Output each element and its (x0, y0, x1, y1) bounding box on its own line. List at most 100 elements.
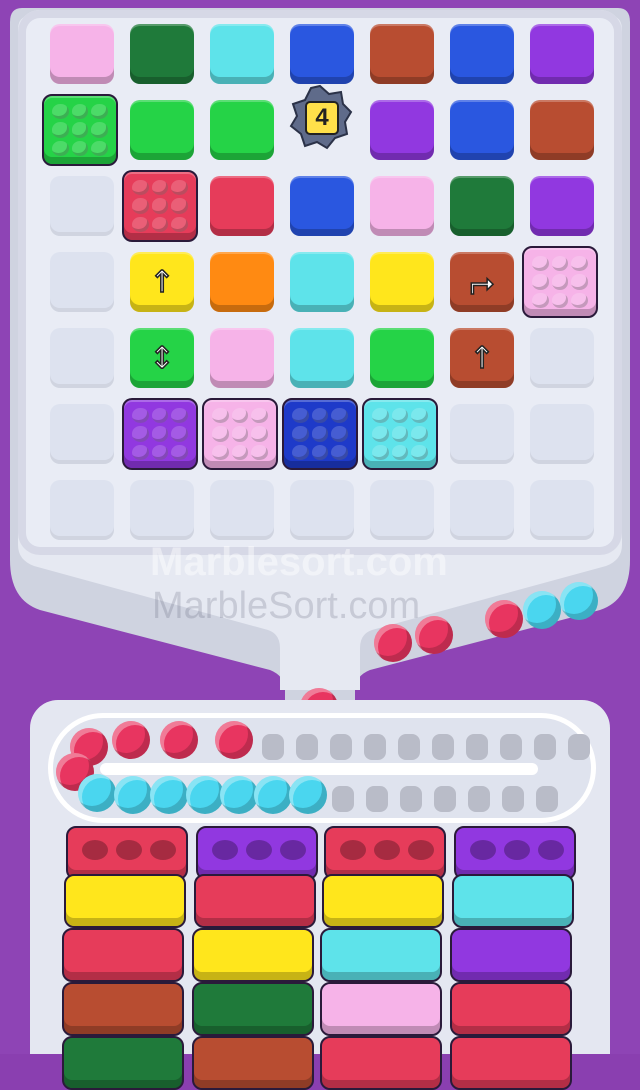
tile-brown[interactable]: ↑ (450, 328, 514, 388)
track-slot (432, 734, 454, 760)
tile-brown[interactable]: ⮣ (450, 252, 514, 312)
bubble (212, 444, 229, 460)
stack-top-purple[interactable] (196, 826, 318, 880)
tile-pink[interactable] (210, 328, 274, 388)
marble-hole (408, 840, 434, 860)
empty-cell (450, 480, 514, 540)
marble-hole (150, 840, 176, 860)
empty-cell (50, 176, 114, 236)
bubble (71, 104, 89, 120)
tile-green[interactable] (210, 100, 274, 160)
tile-brown[interactable] (370, 24, 434, 84)
tile-green[interactable] (130, 100, 194, 160)
marble-red (374, 624, 412, 662)
stack-top-red[interactable] (66, 826, 188, 880)
tile-green[interactable] (370, 328, 434, 388)
bubble (52, 140, 69, 156)
marble-hole (116, 840, 142, 860)
bubble (151, 198, 169, 214)
tile-brown[interactable] (530, 100, 594, 160)
bubble (251, 426, 268, 442)
tile-purple[interactable] (370, 100, 434, 160)
bubble (311, 444, 329, 460)
bubble-tile-navy[interactable] (282, 398, 358, 470)
tile-dark-green[interactable] (130, 24, 194, 84)
track-slot (366, 786, 388, 812)
marble-cyan (560, 582, 598, 620)
bubble (292, 426, 309, 442)
tile-yellow[interactable]: ↑ (130, 252, 194, 312)
bubble-tile-purple[interactable] (122, 398, 198, 470)
track-slot (364, 734, 386, 760)
stack-tile-cyan (452, 874, 574, 928)
bubble-tile-green[interactable] (42, 94, 118, 166)
marble-hole (246, 840, 272, 860)
bubble (151, 426, 169, 442)
bubble (151, 408, 169, 424)
tile-purple[interactable] (530, 176, 594, 236)
marble-cyan (523, 591, 561, 629)
arrow-icon: ↑ (469, 341, 496, 375)
bubble (372, 426, 389, 442)
bubble (231, 426, 249, 442)
arrow-icon: ⮣ (469, 265, 495, 299)
watermark-main: Marblesort.com (150, 540, 448, 584)
bubble-tile-red[interactable] (122, 170, 198, 242)
tile-blue[interactable] (290, 176, 354, 236)
bubble (411, 408, 428, 424)
bubble (132, 198, 149, 214)
stack-top-red[interactable] (324, 826, 446, 880)
arrow-icon: ↕ (149, 341, 176, 375)
marble-hole (504, 840, 530, 860)
marble-red (485, 600, 523, 638)
bubble (171, 408, 188, 424)
stack-tile-brown (62, 982, 184, 1036)
empty-cell (210, 480, 274, 540)
bubble (251, 444, 268, 460)
tile-cyan[interactable] (290, 328, 354, 388)
stack-tile-yellow (322, 874, 444, 928)
bubble (171, 216, 188, 232)
svg-text:↑: ↑ (149, 265, 174, 299)
tile-blue[interactable] (450, 24, 514, 84)
tile-blue[interactable] (450, 100, 514, 160)
bubble-tile-pink[interactable] (522, 246, 598, 318)
marble-hole (538, 840, 564, 860)
tile-orange[interactable] (210, 252, 274, 312)
tile-green[interactable]: ↕ (130, 328, 194, 388)
tile-pink[interactable] (370, 176, 434, 236)
marble-cyan (220, 776, 258, 814)
track-slot (466, 734, 488, 760)
marble-cyan (114, 776, 152, 814)
bubble (571, 274, 588, 290)
stack-tile-pink (320, 982, 442, 1036)
bubble (151, 216, 169, 232)
empty-cell (530, 404, 594, 464)
tile-red[interactable] (210, 176, 274, 236)
marble-hole (374, 840, 400, 860)
tile-yellow[interactable] (370, 252, 434, 312)
bubble (311, 408, 329, 424)
stack-top-purple[interactable] (454, 826, 576, 880)
bubble (411, 444, 428, 460)
tile-purple[interactable] (530, 24, 594, 84)
bubble-tile-pink[interactable] (202, 398, 278, 470)
tile-cyan[interactable] (210, 24, 274, 84)
tile-dark-green[interactable] (450, 176, 514, 236)
stack-tile-yellow (64, 874, 186, 928)
empty-cell (50, 404, 114, 464)
marble-hole (280, 840, 306, 860)
bubble (212, 408, 229, 424)
tile-pink[interactable] (50, 24, 114, 84)
tile-blue[interactable] (290, 24, 354, 84)
stack-tile-dark-green (62, 1036, 184, 1090)
stack-tile-brown (192, 1036, 314, 1090)
tile-cyan[interactable] (290, 252, 354, 312)
track-slot (398, 734, 420, 760)
bubble-tile-cyan[interactable] (362, 398, 438, 470)
bubble (212, 426, 229, 442)
marble-hole (212, 840, 238, 860)
empty-cell (50, 252, 114, 312)
track-slot (296, 734, 318, 760)
empty-cell (50, 328, 114, 388)
